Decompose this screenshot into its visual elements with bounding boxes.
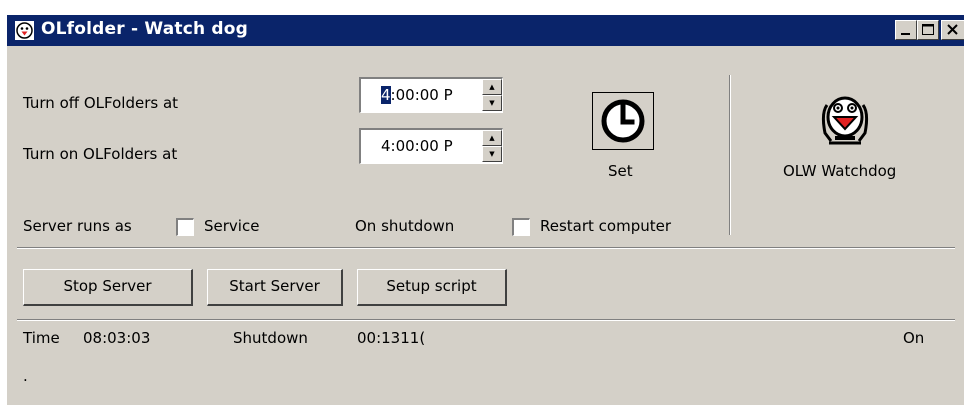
- state-value: On: [903, 329, 925, 347]
- app-window: OLfolder - Watch dog Turn off OLFolders …: [6, 14, 964, 405]
- set-label: Set: [608, 162, 633, 180]
- vertical-divider: [729, 75, 731, 235]
- time-label: Time: [23, 329, 60, 347]
- clock-frame: [592, 92, 654, 150]
- status-extra: .: [23, 367, 28, 385]
- watchdog-label: OLW Watchdog: [783, 162, 897, 180]
- turn-off-hour-selected: 4: [381, 86, 391, 104]
- restart-computer-label[interactable]: Restart computer: [540, 217, 671, 235]
- stop-server-button[interactable]: Stop Server: [23, 269, 193, 306]
- status-divider: [17, 319, 955, 321]
- turn-off-down-arrow-icon[interactable]: ▼: [482, 95, 502, 111]
- turn-off-up-arrow-icon[interactable]: ▲: [482, 79, 502, 95]
- horizontal-divider: [17, 247, 955, 249]
- start-server-button[interactable]: Start Server: [207, 269, 343, 306]
- turn-on-spinner[interactable]: ▲ ▼: [482, 130, 502, 163]
- clock-icon: [601, 99, 645, 143]
- turn-on-time-picker[interactable]: 4:00:00 P ▲ ▼: [359, 128, 503, 164]
- turn-off-label: Turn off OLFolders at: [23, 94, 179, 112]
- turn-off-spinner[interactable]: ▲ ▼: [482, 79, 502, 112]
- close-icon: [947, 24, 958, 35]
- watchdog-icon: [821, 96, 869, 145]
- on-shutdown-label: On shutdown: [355, 217, 455, 235]
- turn-on-time-value[interactable]: 4:00:00 P: [381, 137, 453, 155]
- server-runs-as-label: Server runs as: [23, 217, 132, 235]
- set-button[interactable]: Set: [590, 92, 658, 188]
- shutdown-value: 00:1311(: [357, 329, 426, 347]
- title-bar[interactable]: OLfolder - Watch dog: [7, 15, 964, 46]
- turn-on-up-arrow-icon[interactable]: ▲: [482, 130, 502, 146]
- close-button[interactable]: [941, 20, 964, 40]
- maximize-button[interactable]: [917, 20, 939, 40]
- minimize-button[interactable]: [895, 20, 917, 40]
- setup-script-button[interactable]: Setup script: [357, 269, 507, 306]
- time-value: 08:03:03: [83, 329, 151, 347]
- service-label[interactable]: Service: [204, 217, 259, 235]
- turn-off-time-picker[interactable]: 4:00:00 P ▲ ▼: [359, 77, 503, 113]
- restart-computer-checkbox[interactable]: [512, 218, 530, 236]
- window-title: OLfolder - Watch dog: [41, 19, 249, 39]
- turn-off-time-value[interactable]: 4:00:00 P: [381, 86, 453, 104]
- app-icon: [15, 21, 34, 40]
- service-checkbox[interactable]: [176, 218, 194, 236]
- turn-off-time-rest: :00:00 P: [390, 86, 453, 104]
- shutdown-label: Shutdown: [233, 329, 308, 347]
- minimize-icon: [901, 33, 910, 35]
- turn-on-down-arrow-icon[interactable]: ▼: [482, 146, 502, 162]
- maximize-icon: [922, 24, 934, 35]
- turn-on-label: Turn on OLFolders at: [23, 145, 178, 163]
